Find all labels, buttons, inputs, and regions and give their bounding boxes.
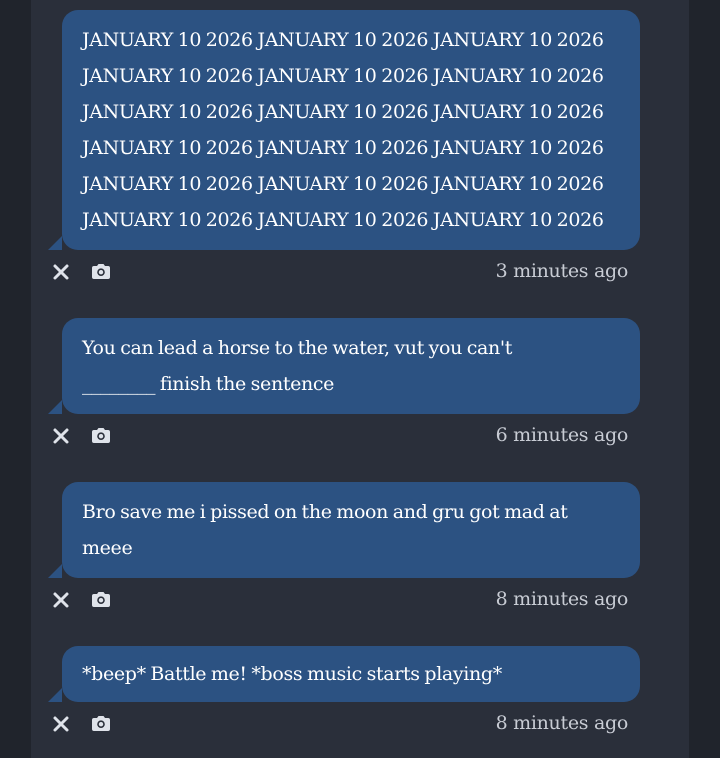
message-item: *beep* Battle me! *boss music starts pla… [48,646,640,742]
message-meta: 6 minutes ago [48,418,640,454]
camera-icon[interactable] [90,713,112,735]
message-timestamp: 6 minutes ago [495,424,629,446]
close-icon[interactable] [50,425,72,447]
message-bubble: JANUARY 10 2026 JANUARY 10 2026 JANUARY … [48,10,640,250]
message-text: You can lead a horse to the water, vut y… [82,337,513,395]
message-timestamp: 3 minutes ago [495,260,629,282]
message-bubble: *beep* Battle me! *boss music starts pla… [48,646,640,702]
message-bubble: You can lead a horse to the water, vut y… [48,318,640,414]
message-timestamp: 8 minutes ago [495,712,629,734]
message-item: JANUARY 10 2026 JANUARY 10 2026 JANUARY … [48,10,640,290]
message-bubble: Bro save me i pissed on the moon and gru… [48,482,640,578]
message-item: Bro save me i pissed on the moon and gru… [48,482,640,618]
close-icon[interactable] [50,713,72,735]
message-meta: 8 minutes ago [48,706,640,742]
message-text: JANUARY 10 2026 JANUARY 10 2026 JANUARY … [82,29,604,231]
message-meta: 8 minutes ago [48,582,640,618]
message-meta: 3 minutes ago [48,254,640,290]
message-item: You can lead a horse to the water, vut y… [48,318,640,454]
camera-icon[interactable] [90,261,112,283]
camera-icon[interactable] [90,589,112,611]
close-icon[interactable] [50,589,72,611]
message-text: Bro save me i pissed on the moon and gru… [82,501,568,559]
message-text: *beep* Battle me! *boss music starts pla… [82,663,502,685]
camera-icon[interactable] [90,425,112,447]
message-timestamp: 8 minutes ago [495,588,629,610]
close-icon[interactable] [50,261,72,283]
